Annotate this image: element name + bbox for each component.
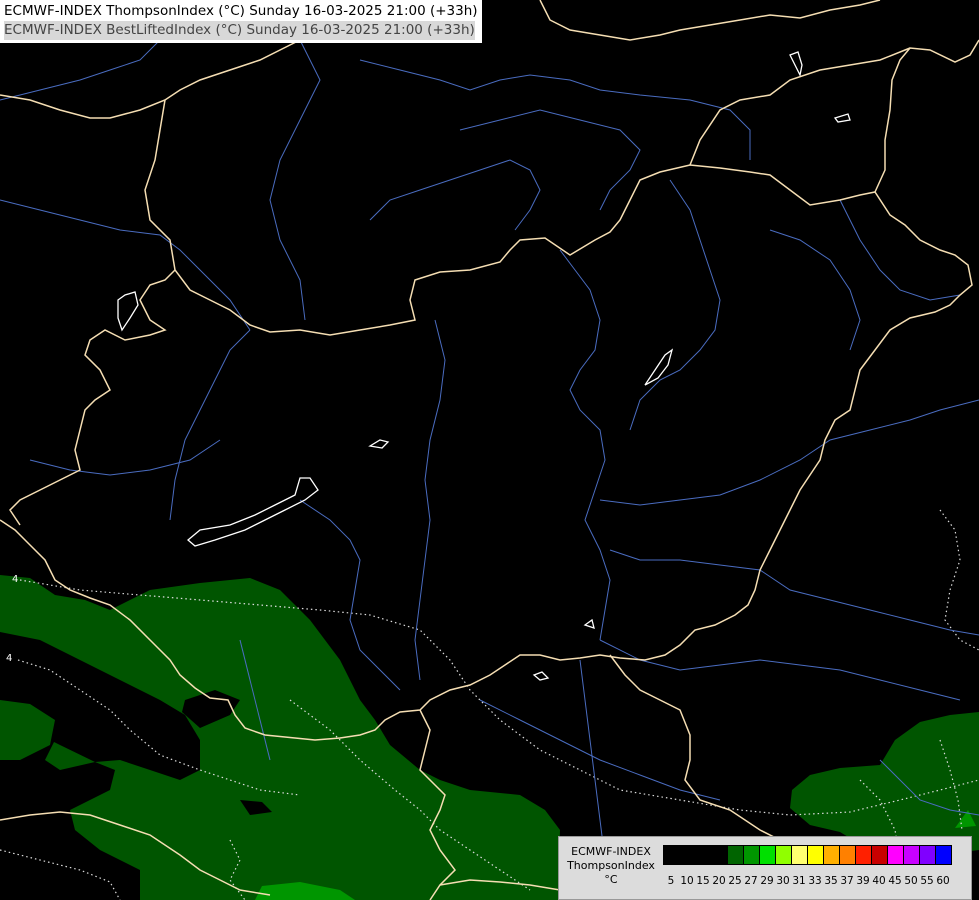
color-legend: ECMWF-INDEX ThompsonIndex °C 5 10 15 20 25 27…: [558, 836, 972, 900]
legend-swatch: [919, 845, 936, 865]
legend-swatch: [663, 845, 680, 865]
legend-swatch: [855, 845, 872, 865]
legend-parameter: ThompsonIndex: [567, 859, 655, 872]
legend-tick-label: 29: [760, 875, 774, 887]
legend-swatch: [935, 845, 952, 865]
legend-ticks: 5 10 15 20 25 27 29 30 31 33 35 37 39 40 45 50 55 60: [663, 875, 951, 887]
legend-model: ECMWF-INDEX: [571, 845, 651, 858]
legend-swatch: [679, 845, 696, 865]
legend-color-bar: [663, 845, 952, 865]
legend-tick-label: 25: [728, 875, 742, 887]
legend-tick-label: 33: [808, 875, 822, 887]
legend-swatch: [695, 845, 712, 865]
legend-tick-label: 37: [840, 875, 854, 887]
legend-tick-label: 60: [936, 875, 950, 887]
legend-swatch: [727, 845, 744, 865]
contour-label: 4: [6, 653, 12, 664]
legend-swatch: [903, 845, 920, 865]
legend-tick-label: 35: [824, 875, 838, 887]
legend-tick-label: 55: [920, 875, 934, 887]
legend-swatch: [711, 845, 728, 865]
legend-swatch: [775, 845, 792, 865]
legend-swatch: [743, 845, 760, 865]
legend-name: ECMWF-INDEX ThompsonIndex °C: [563, 845, 659, 887]
map-title: ECMWF-INDEX ThompsonIndex (°C) Sunday 16…: [0, 0, 482, 43]
legend-tick-label: 20: [712, 875, 726, 887]
legend-tick-label: 31: [792, 875, 806, 887]
legend-unit: °C: [604, 873, 618, 886]
legend-swatch: [807, 845, 824, 865]
legend-tick-label: 45: [888, 875, 902, 887]
legend-tick-label: 39: [856, 875, 870, 887]
legend-swatch: [839, 845, 856, 865]
legend-swatch: [791, 845, 808, 865]
legend-swatch: [871, 845, 888, 865]
contour-label: 4: [12, 574, 18, 585]
title-line-thompson: ECMWF-INDEX ThompsonIndex (°C) Sunday 16…: [4, 3, 478, 19]
legend-swatch: [887, 845, 904, 865]
legend-tick-label: 27: [744, 875, 758, 887]
legend-tick-label: 50: [904, 875, 918, 887]
legend-swatch: [823, 845, 840, 865]
title-line-bestlifted: ECMWF-INDEX BestLiftedIndex (°C) Sunday …: [4, 21, 475, 40]
legend-tick-label: 10: [680, 875, 694, 887]
legend-tick-label: 5: [667, 875, 675, 887]
legend-tick-label: 40: [872, 875, 886, 887]
legend-tick-label: 30: [776, 875, 790, 887]
weather-map: 4 4: [0, 0, 979, 900]
legend-tick-label: 15: [696, 875, 710, 887]
legend-swatch: [759, 845, 776, 865]
